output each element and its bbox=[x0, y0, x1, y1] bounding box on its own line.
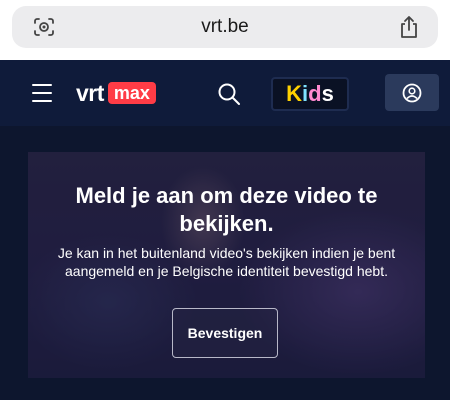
user-profile-icon bbox=[402, 83, 422, 103]
hamburger-menu-icon[interactable] bbox=[32, 84, 52, 102]
confirm-button[interactable]: Bevestigen bbox=[172, 308, 278, 358]
search-icon[interactable] bbox=[217, 82, 241, 106]
login-required-message: Je kan in het buitenland video's bekijke… bbox=[57, 245, 396, 279]
address-bar[interactable]: vrt.be bbox=[12, 6, 438, 48]
share-icon[interactable] bbox=[398, 15, 420, 39]
site-header: vrt max Kids bbox=[0, 60, 450, 126]
vrt-max-logo[interactable]: vrt max bbox=[76, 81, 156, 105]
logo-max-badge: max bbox=[107, 82, 156, 104]
browser-toolbar: vrt.be bbox=[0, 0, 450, 60]
profile-button[interactable] bbox=[385, 74, 439, 111]
logo-vrt-text: vrt bbox=[76, 80, 104, 106]
kids-label: Kids bbox=[286, 81, 334, 106]
url-text: vrt.be bbox=[201, 16, 249, 37]
kids-button[interactable]: Kids bbox=[271, 77, 349, 111]
video-player: Meld je aan om deze video te bekijken. J… bbox=[28, 152, 425, 378]
login-required-title: Meld je aan om deze video te bekijken. bbox=[75, 183, 378, 236]
